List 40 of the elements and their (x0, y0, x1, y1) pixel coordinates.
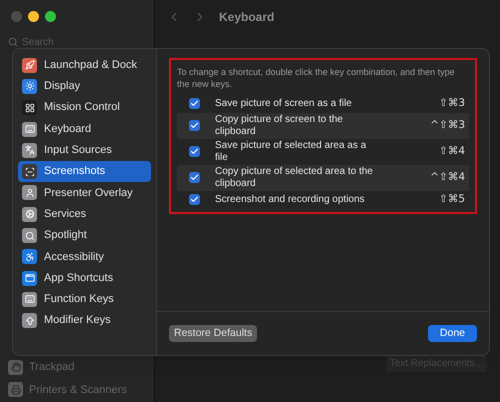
checkbox[interactable] (189, 194, 200, 206)
search-icon (8, 37, 18, 47)
shortcut-row[interactable]: Copy picture of selected area to the clipboard ^⇧⌘4 (177, 164, 469, 191)
hint-text: To change a shortcut, double click the key combination, and then type the new keys. (177, 66, 456, 90)
zoom-button[interactable] (45, 11, 56, 22)
shortcut-row[interactable]: Save picture of selected area as a file ⇧⌘4 (177, 138, 469, 165)
minimize-button[interactable] (28, 11, 39, 22)
category-item[interactable]: Mission Control (18, 98, 151, 118)
shortcut-label: Save picture of screen as a file (215, 98, 353, 110)
key-combination[interactable]: ^⇧⌘3 (430, 118, 465, 134)
checkbox[interactable] (189, 172, 200, 184)
checkbox[interactable] (189, 98, 200, 110)
key-combination[interactable]: ⇧⌘3 (439, 96, 465, 112)
category-item[interactable]: Keyboard (18, 118, 151, 140)
category-item[interactable]: Services (18, 204, 151, 224)
restore-defaults-button[interactable]: Restore Defaults (169, 324, 258, 342)
checkbox[interactable] (189, 120, 200, 132)
shortcut-label: Save picture of selected area as a file (215, 140, 368, 164)
done-button[interactable]: Done (428, 324, 477, 342)
shortcut-row[interactable]: Save picture of screen as a file ⇧⌘3 (177, 95, 469, 113)
category-item[interactable]: Function Keys (18, 289, 151, 310)
key-combination[interactable]: ⇧⌘5 (439, 192, 465, 208)
key-combination[interactable]: ⇧⌘4 (439, 144, 465, 160)
category-item[interactable]: Presenter Overlay (18, 182, 151, 204)
shortcut-label: Copy picture of screen to the clipboard (215, 114, 344, 138)
window-title: Keyboard (219, 9, 274, 26)
category-item[interactable]: Launchpad & Dock (18, 55, 151, 76)
category-item[interactable]: Spotlight (18, 225, 151, 246)
shortcut-row[interactable]: Screenshot and recording options ⇧⌘5 (177, 190, 469, 208)
category-item[interactable]: Modifier Keys (18, 310, 151, 331)
category-item[interactable]: App Shortcuts (18, 268, 151, 288)
shortcut-row[interactable]: Copy picture of screen to the clipboard ^⇧⌘3 (177, 112, 469, 139)
category-item[interactable]: Display (18, 76, 151, 97)
key-combination[interactable]: ^⇧⌘4 (430, 170, 465, 186)
category-item[interactable]: Accessibility (18, 246, 151, 267)
category-item[interactable]: Screenshots (18, 161, 151, 182)
shortcut-label: Copy picture of selected area to the clipboard (215, 166, 374, 190)
checkbox[interactable] (189, 146, 200, 158)
category-item[interactable]: Input Sources (18, 140, 151, 160)
shortcut-label: Screenshot and recording options (215, 194, 366, 206)
